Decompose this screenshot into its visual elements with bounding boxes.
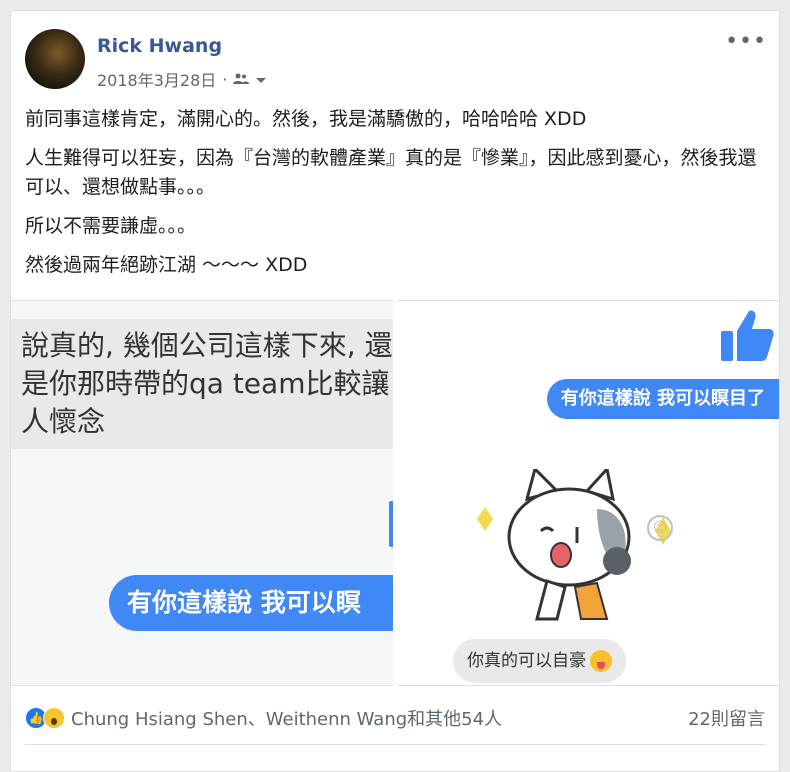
- post-meta: 2018年3月28日 ·: [97, 67, 267, 91]
- thumbs-up-icon: [721, 310, 774, 361]
- post-paragraph: 前同事這樣肯定，滿開心的。然後，我是滿驕傲的，哈哈哈哈 XDD: [25, 108, 587, 130]
- author-name[interactable]: Rick Hwang: [97, 35, 222, 57]
- wow-icon: [43, 707, 65, 729]
- more-options-icon[interactable]: •••: [725, 29, 767, 54]
- photo-grid: 說真的, 幾個公司這樣下來, 還是你那時帶的qa team比較讓人懷念 有你這樣…: [11, 300, 779, 686]
- meta-separator: ·: [222, 69, 228, 89]
- chat-bubble-text: 你真的可以自豪: [467, 651, 586, 671]
- chat-bubble-gray: 你真的可以自豪: [453, 639, 626, 683]
- post-paragraph: 人生難得可以狂妄，因為『台灣的軟體產業』真的是『慘業』，因此感到憂心，然後我還可…: [25, 147, 757, 198]
- reactions-summary[interactable]: 👍 Chung Hsiang Shen、Weithenn Wang和其他54人: [25, 705, 502, 731]
- chat-bubble-gray: 說真的, 幾個公司這樣下來, 還是你那時帶的qa team比較讓人懷念: [11, 319, 393, 449]
- chat-bubble-edge: [389, 501, 393, 547]
- chat-bubble-blue: 有你這樣說 我可以瞑目了: [546, 379, 779, 419]
- reactors-text[interactable]: Chung Hsiang Shen、Weithenn Wang和其他54人: [71, 705, 502, 731]
- post-paragraph: 所以不需要謙虛。。。: [25, 215, 197, 237]
- chat-bubble-blue: 有你這樣說 我可以瞑: [109, 575, 393, 631]
- chevron-down-icon[interactable]: [255, 70, 267, 89]
- post-text: 前同事這樣肯定，滿開心的。然後，我是滿驕傲的，哈哈哈哈 XDD 人生難得可以狂妄…: [25, 105, 765, 290]
- comments-count[interactable]: 22則留言: [688, 705, 765, 731]
- author-avatar[interactable]: [25, 29, 85, 89]
- photo-left[interactable]: 說真的, 幾個公司這樣下來, 還是你那時帶的qa team比較讓人懷念 有你這樣…: [11, 300, 393, 686]
- reaction-icons: 👍: [25, 707, 65, 729]
- cat-sticker-icon: [477, 469, 671, 621]
- post-paragraph: 然後過兩年絕跡江湖 ～～～ XDD: [25, 254, 308, 276]
- photo-right[interactable]: 有你這樣說 我可以瞑目了 ☺ 你真的可以自豪: [397, 300, 779, 686]
- friends-icon[interactable]: [233, 70, 250, 89]
- emoji-reaction-icon[interactable]: ☺: [647, 515, 673, 541]
- post-card: Rick Hwang 2018年3月28日 · ••• 前同事這樣肯定，滿開心的…: [10, 10, 780, 772]
- post-date[interactable]: 2018年3月28日: [97, 67, 216, 91]
- post-footer: 👍 Chung Hsiang Shen、Weithenn Wang和其他54人 …: [25, 701, 765, 735]
- divider: [25, 744, 765, 745]
- tongue-emoji-icon: [590, 650, 612, 672]
